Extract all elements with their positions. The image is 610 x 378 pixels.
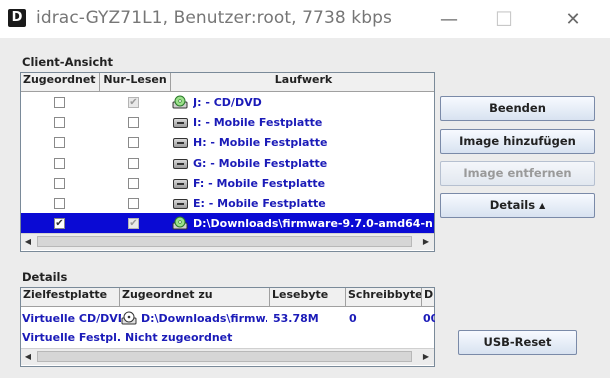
target-cell-wrapper: Virtuelle CD/DVD	[22, 308, 121, 329]
window-title: idrac-GYZ71L1, Benutzer:root, 7738 kbps	[36, 8, 392, 28]
drive-label: I: - Mobile Festplatte	[193, 116, 323, 130]
client-view-header: Zugeordnet Nur-Lesen Laufwerk	[21, 73, 434, 92]
read-bytes-cell: 53.78M	[273, 312, 319, 325]
minimize-button[interactable]: —	[426, 0, 472, 38]
details-row[interactable]: Virtuelle Festpl... Nicht zugeordnet	[21, 327, 434, 348]
scroll-thumb[interactable]	[37, 236, 412, 247]
extra-cell-wrapper	[423, 327, 435, 348]
drive-label: G: - Mobile Festplatte	[193, 156, 328, 170]
cd-drive-icon	[172, 95, 188, 109]
extra-cell: 00	[423, 312, 435, 325]
column-header-write-bytes[interactable]: Schreibbyte	[346, 288, 422, 306]
scroll-left-icon[interactable]: ◀	[21, 349, 35, 365]
details-table: Zielfestplatte Zugeordnet zu Lesebyte Sc…	[20, 287, 435, 367]
readonly-checkbox[interactable]	[128, 198, 139, 209]
client-view-label: Client-Ansicht	[22, 55, 113, 69]
readonly-checkbox[interactable]	[128, 177, 139, 189]
dialog-client-area: Client-Ansicht Zugeordnet Nur-Lesen Lauf…	[0, 38, 610, 378]
client-view-row[interactable]: F: - Mobile Festplatte	[21, 173, 434, 194]
column-header-mapped[interactable]: Zugeordnet	[21, 73, 100, 91]
exit-button[interactable]: Beenden	[440, 96, 595, 121]
readonly-checkbox[interactable]: ✔	[128, 218, 139, 230]
details-row[interactable]: Virtuelle CD/DVD D:\Downloads\firmw... 53.…	[21, 308, 435, 329]
readonly-checkbox[interactable]: ✔	[128, 97, 139, 108]
close-button[interactable]: ✕	[550, 0, 596, 38]
drive-label: H: - Mobile Festplatte	[193, 136, 328, 150]
target-cell: Virtuelle Festpl...	[22, 331, 121, 344]
drive-label: J: - CD/DVD	[193, 96, 262, 109]
drive-label: E: - Mobile Festplatte	[193, 197, 326, 210]
mapped-checkbox[interactable]	[54, 198, 65, 209]
scroll-left-icon[interactable]: ◀	[21, 234, 35, 250]
details-scrollbar[interactable]: ◀ ▶	[21, 348, 434, 365]
drive-label: D:\Downloads\firmware-9.7.0-amd64-netins…	[193, 217, 433, 231]
client-view-row[interactable]: E: - Mobile Festplatte	[21, 193, 434, 214]
client-view-row[interactable]: G: - Mobile Festplatte	[21, 153, 434, 174]
write-bytes-cell-wrapper	[349, 327, 423, 348]
column-header-read-bytes[interactable]: Lesebyte	[270, 288, 346, 306]
mapped-to-cell-wrapper: D:\Downloads\firmw...	[121, 308, 267, 329]
details-button[interactable]: Details ▲	[440, 193, 595, 218]
drive-label: F: - Mobile Festplatte	[193, 176, 326, 190]
read-bytes-cell-wrapper	[273, 327, 347, 348]
scroll-right-icon[interactable]: ▶	[419, 234, 433, 250]
details-button-label: Details	[489, 198, 536, 212]
details-label: Details	[22, 270, 68, 284]
client-view-scrollbar[interactable]: ◀ ▶	[21, 233, 434, 250]
mapped-to-cell-wrapper: Nicht zugeordnet	[125, 327, 271, 348]
removable-disk-icon	[173, 199, 188, 209]
mapped-checkbox[interactable]	[54, 137, 65, 149]
target-cell: Virtuelle CD/DVD	[22, 312, 121, 325]
column-header-target[interactable]: Zielfestplatte	[21, 288, 120, 306]
mapped-checkbox[interactable]: ✔	[54, 218, 65, 230]
removable-disk-icon	[173, 138, 188, 149]
write-bytes-cell: 0	[349, 312, 357, 325]
readonly-checkbox[interactable]	[128, 117, 139, 129]
title-bar[interactable]: D idrac-GYZ71L1, Benutzer:root, 7738 kbp…	[0, 0, 610, 38]
scroll-right-icon[interactable]: ▶	[419, 349, 433, 365]
mapped-checkbox[interactable]	[54, 117, 65, 129]
column-header-readonly[interactable]: Nur-Lesen	[100, 73, 171, 91]
add-image-button[interactable]: Image hinzufügen	[440, 129, 595, 154]
client-view-row[interactable]: ✔ J: - CD/DVD	[21, 92, 434, 113]
write-bytes-cell-wrapper: 0	[349, 308, 423, 329]
mapped-checkbox[interactable]	[54, 97, 65, 108]
mapped-checkbox[interactable]	[54, 177, 65, 189]
remove-image-button[interactable]: Image entfernen	[440, 161, 595, 186]
target-cell-wrapper: Virtuelle Festpl...	[22, 327, 121, 348]
app-icon: D	[8, 9, 26, 27]
removable-disk-icon	[173, 118, 188, 129]
mapped-to-cell: D:\Downloads\firmw...	[141, 312, 267, 325]
readonly-checkbox[interactable]	[128, 137, 139, 149]
client-view-row[interactable]: ✔ ✔ D:\Downloads\firmware-9.7.0-amd64-neti…	[21, 213, 434, 235]
usb-reset-button[interactable]: USB-Reset	[458, 330, 577, 355]
client-view-row[interactable]: H: - Mobile Festplatte	[21, 132, 434, 153]
column-header-mapped-to[interactable]: Zugeordnet zu	[120, 288, 270, 306]
client-view-table: Zugeordnet Nur-Lesen Laufwerk ✔ J: - CD/D…	[20, 72, 435, 252]
readonly-checkbox[interactable]	[128, 157, 139, 169]
mapped-to-cell: Nicht zugeordnet	[125, 331, 233, 344]
column-header-drive[interactable]: Laufwerk	[171, 73, 434, 91]
client-view-row[interactable]: I: - Mobile Festplatte	[21, 112, 434, 133]
maximize-button[interactable]: ☐	[481, 0, 527, 38]
details-header: Zielfestplatte Zugeordnet zu Lesebyte Sc…	[21, 288, 434, 307]
scroll-thumb[interactable]	[37, 351, 412, 362]
mapped-checkbox[interactable]	[54, 157, 65, 169]
removable-disk-icon	[173, 178, 188, 189]
removable-disk-icon	[173, 158, 188, 169]
read-bytes-cell-wrapper: 53.78M	[273, 308, 347, 329]
cd-image-icon	[121, 311, 137, 325]
column-header-extra[interactable]: D	[422, 288, 434, 306]
cd-image-icon	[172, 216, 188, 230]
collapse-arrow-icon: ▲	[539, 201, 546, 210]
extra-cell-wrapper: 00	[423, 308, 435, 329]
